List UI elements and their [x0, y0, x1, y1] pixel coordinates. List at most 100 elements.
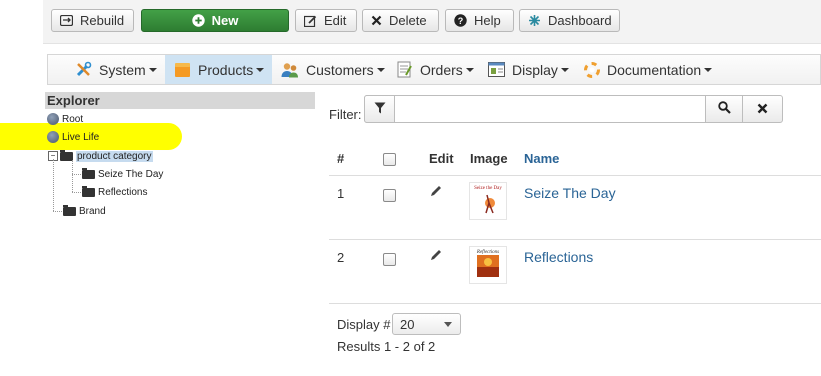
menu-documentation-label: Documentation [607, 61, 702, 78]
chevron-down-icon [560, 67, 569, 72]
rebuild-label: Rebuild [80, 13, 125, 28]
filter-type-button[interactable] [364, 95, 395, 123]
folder-icon [63, 204, 76, 216]
svg-text:?: ? [458, 16, 464, 26]
tree-node-brand[interactable]: Brand [63, 204, 106, 218]
tree-node-root[interactable]: Root [47, 112, 83, 126]
main-menu: System Products Customers Orders Display… [47, 54, 821, 85]
rebuild-button[interactable]: Rebuild [51, 9, 134, 32]
delete-button[interactable]: Delete [362, 9, 439, 32]
tree-node-product-category[interactable]: − product category [48, 149, 153, 163]
pencil-icon[interactable] [429, 184, 443, 201]
dashboard-label: Dashboard [548, 13, 612, 28]
menu-display[interactable]: Display [488, 55, 569, 84]
search-icon [717, 101, 731, 117]
globe-icon [47, 131, 59, 143]
edit-button[interactable]: Edit [295, 9, 357, 32]
column-header-image: Image [470, 151, 508, 166]
column-header-number: # [337, 151, 345, 166]
menu-customers[interactable]: Customers [281, 55, 385, 84]
close-icon [371, 15, 382, 26]
tree-node-seize-the-day[interactable]: Seize The Day [82, 167, 163, 181]
row-number: 2 [337, 250, 345, 265]
menu-customers-label: Customers [306, 61, 374, 78]
new-button[interactable]: New [141, 9, 289, 32]
chevron-down-icon [704, 67, 713, 72]
tree-connector [53, 159, 54, 211]
product-name-link[interactable]: Seize The Day [524, 185, 616, 201]
display-count-value: 20 [400, 316, 415, 332]
tree-node-label: Brand [79, 205, 106, 217]
question-icon: ? [454, 14, 467, 27]
menu-system-label: System [99, 61, 146, 78]
row-checkbox[interactable] [383, 253, 396, 266]
dashboard-icon [528, 14, 541, 27]
product-thumbnail[interactable]: Reflections [469, 246, 507, 284]
users-icon [281, 62, 299, 78]
tree-node-label: product category [76, 150, 153, 162]
help-label: Help [474, 13, 501, 28]
product-name-link[interactable]: Reflections [524, 249, 593, 265]
thumbnail-title: Reflections [476, 250, 499, 255]
chevron-down-icon [376, 67, 385, 72]
chevron-down-icon [444, 322, 452, 327]
menu-system[interactable]: System [75, 55, 157, 84]
tree-node-live-life[interactable]: Live Life [47, 130, 99, 144]
menu-documentation[interactable]: Documentation [584, 55, 713, 84]
menu-products-label: Products [198, 61, 254, 78]
explorer-title: Explorer [45, 92, 315, 109]
pencil-icon[interactable] [429, 248, 443, 265]
filter-input[interactable] [395, 96, 705, 122]
tree-connector [72, 160, 73, 192]
dashboard-button[interactable]: Dashboard [519, 9, 620, 32]
funnel-icon [374, 102, 386, 117]
rebuild-icon [60, 15, 73, 26]
divider [329, 175, 821, 176]
divider [329, 303, 821, 304]
edit-icon [304, 15, 317, 27]
tree-node-label: Seize The Day [98, 168, 164, 180]
tree-node-label: Root [62, 113, 84, 125]
divider [329, 239, 821, 240]
lifebuoy-icon [584, 61, 600, 78]
select-all-checkbox[interactable] [383, 153, 396, 166]
delete-label: Delete [389, 13, 427, 28]
tree-connector [53, 211, 62, 212]
display-count-label: Display # [337, 317, 391, 332]
plus-icon [191, 14, 205, 27]
column-header-edit: Edit [429, 151, 454, 166]
orders-icon [397, 61, 413, 78]
product-thumbnail[interactable]: Seize the Day [469, 182, 507, 220]
tree-node-label: Reflections [98, 186, 148, 198]
box-icon [174, 62, 191, 78]
search-button[interactable] [705, 95, 743, 123]
toolbar: Rebuild New Edit Delete ? Help Dashboard [43, 0, 821, 44]
row-checkbox[interactable] [383, 189, 396, 202]
tree-node-label: Live Life [62, 131, 100, 143]
new-label: New [211, 13, 239, 28]
edit-label: Edit [324, 13, 347, 28]
folder-icon [82, 167, 95, 179]
thumbnail-title: Seize the Day [474, 186, 502, 191]
tree-node-reflections[interactable]: Reflections [82, 185, 147, 199]
filter-group [364, 95, 783, 123]
chevron-down-icon [256, 67, 265, 72]
menu-display-label: Display [512, 61, 558, 78]
tree-connector [72, 192, 81, 193]
menu-orders-label: Orders [420, 61, 463, 78]
chevron-down-icon [465, 67, 474, 72]
results-count: Results 1 - 2 of 2 [337, 339, 436, 354]
menu-orders[interactable]: Orders [397, 55, 474, 84]
display-icon [488, 62, 505, 77]
column-header-name[interactable]: Name [524, 151, 559, 166]
tree-connector [72, 174, 81, 175]
display-count-select[interactable]: 20 [392, 313, 461, 335]
filter-label: Filter: [329, 107, 362, 122]
globe-icon [47, 113, 59, 125]
close-icon [757, 102, 768, 117]
folder-icon [82, 185, 95, 197]
row-number: 1 [337, 186, 345, 201]
clear-filter-button[interactable] [742, 95, 783, 123]
help-button[interactable]: ? Help [445, 9, 514, 32]
menu-products[interactable]: Products [165, 55, 273, 84]
